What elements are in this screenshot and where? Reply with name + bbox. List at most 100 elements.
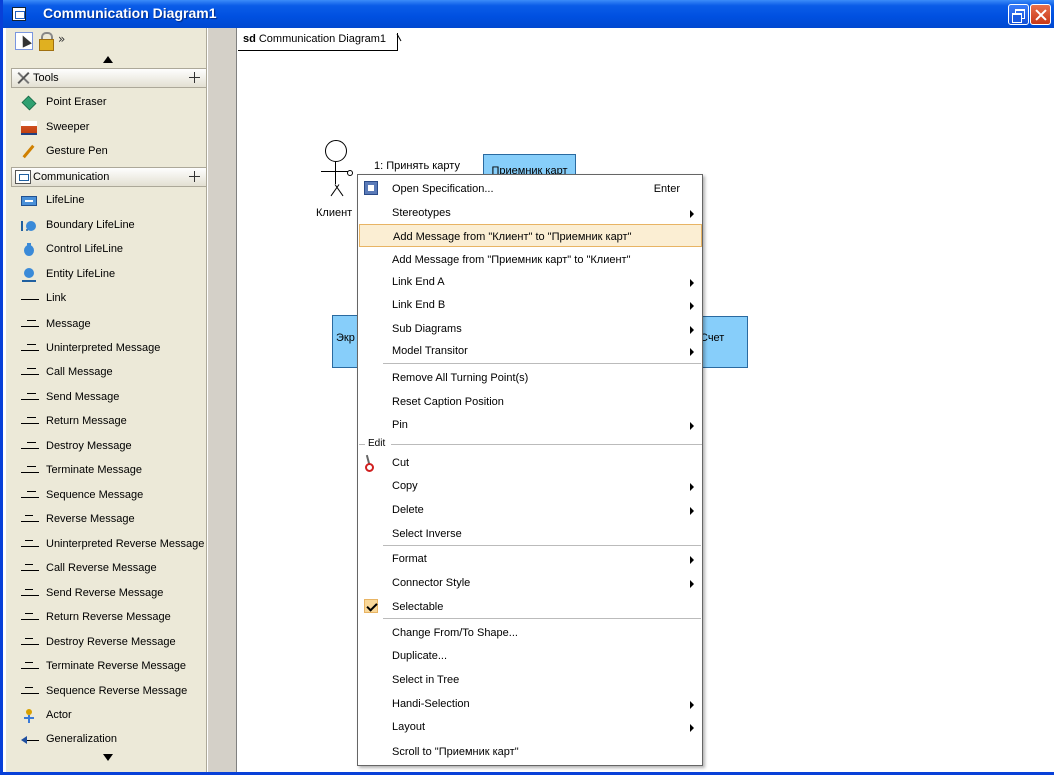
frame-heading[interactable]: sd Communication Diagram1 bbox=[238, 33, 398, 50]
section-grip-icon[interactable] bbox=[189, 171, 200, 182]
menu-change-from-to-shape[interactable]: Change From/To Shape... bbox=[359, 621, 702, 644]
message-icon bbox=[21, 391, 39, 405]
palette-item-uninterpreted-message[interactable]: Uninterpreted Message bbox=[11, 337, 207, 361]
palette-item-reverse-message[interactable]: Reverse Message bbox=[11, 508, 207, 532]
palette-item-terminate-reverse-message[interactable]: Terminate Reverse Message bbox=[11, 655, 207, 679]
submenu-arrow-icon bbox=[690, 210, 694, 218]
menu-label: Add Message from "Приемник карт" to "Кли… bbox=[392, 254, 631, 266]
palette-item-sequence-message[interactable]: Sequence Message bbox=[11, 484, 207, 508]
chevron-more-icon[interactable]: » bbox=[58, 32, 70, 50]
menu-add-message-client-to-receiver[interactable]: Add Message from "Клиент" to "Приемник к… bbox=[359, 224, 702, 247]
menu-label: Delete bbox=[392, 504, 424, 516]
link-endpoint[interactable] bbox=[347, 170, 353, 176]
submenu-arrow-icon bbox=[690, 422, 694, 430]
menu-duplicate[interactable]: Duplicate... bbox=[359, 644, 702, 667]
message-label[interactable]: 1: Принять карту bbox=[374, 160, 460, 172]
section-grip-icon[interactable] bbox=[189, 72, 200, 83]
palette-item-lifeline[interactable]: LifeLine bbox=[11, 189, 207, 213]
menu-cut[interactable]: Cut bbox=[359, 451, 702, 474]
palette-item-link[interactable]: Link bbox=[11, 287, 207, 311]
actor-head[interactable] bbox=[325, 140, 347, 162]
menu-select-inverse[interactable]: Select Inverse bbox=[359, 522, 702, 545]
menu-sub-diagrams[interactable]: Sub Diagrams bbox=[359, 317, 702, 340]
submenu-arrow-icon bbox=[690, 483, 694, 491]
menu-stereotypes[interactable]: Stereotypes bbox=[359, 201, 702, 224]
message-icon bbox=[21, 489, 39, 503]
item-label: Return Reverse Message bbox=[46, 611, 171, 623]
selector-icon[interactable] bbox=[15, 32, 33, 50]
menu-link-end-a[interactable]: Link End A bbox=[359, 270, 702, 293]
lock-icon[interactable] bbox=[38, 32, 54, 51]
submenu-arrow-icon bbox=[690, 302, 694, 310]
menu-remove-turning-points[interactable]: Remove All Turning Point(s) bbox=[359, 366, 702, 389]
tool-sweeper[interactable]: Sweeper bbox=[11, 116, 207, 140]
item-label: Send Message bbox=[46, 391, 120, 403]
item-label: Terminate Message bbox=[46, 464, 142, 476]
menu-add-message-receiver-to-client[interactable]: Add Message from "Приемник карт" to "Кли… bbox=[359, 248, 702, 271]
palette-item-control-lifeline[interactable]: Control LifeLine bbox=[11, 238, 207, 262]
menu-handi-selection[interactable]: Handi-Selection bbox=[359, 692, 702, 715]
menu-group-label: Edit bbox=[368, 438, 386, 449]
lifeline-receiver[interactable]: Приемник карт bbox=[483, 154, 576, 175]
palette-item-send-reverse-message[interactable]: Send Reverse Message bbox=[11, 582, 207, 606]
palette-item-boundary-lifeline[interactable]: Boundary LifeLine bbox=[11, 214, 207, 238]
menu-selectable[interactable]: Selectable bbox=[359, 595, 702, 618]
menu-connector-style[interactable]: Connector Style bbox=[359, 571, 702, 594]
title-bar[interactable]: Communication Diagram1 bbox=[3, 0, 1054, 28]
palette-item-sequence-reverse-message[interactable]: Sequence Reverse Message bbox=[11, 680, 207, 704]
item-label: Link bbox=[46, 292, 67, 304]
palette-divider[interactable] bbox=[208, 28, 237, 772]
section-tools[interactable]: Tools bbox=[11, 68, 207, 88]
menu-model-transitor[interactable]: Model Transitor bbox=[359, 339, 702, 362]
item-label: Control LifeLine bbox=[46, 243, 124, 255]
section-label: Tools bbox=[33, 72, 59, 84]
menu-open-specification[interactable]: Open Specification... Enter bbox=[359, 177, 702, 200]
separator-line bbox=[391, 444, 702, 445]
palette-item-generalization[interactable]: Generalization bbox=[11, 728, 207, 752]
palette-item-entity-lifeline[interactable]: Entity LifeLine bbox=[11, 263, 207, 287]
lifeline-name: Счет bbox=[700, 332, 725, 344]
menu-separator bbox=[383, 618, 701, 619]
tool-point-eraser[interactable]: Point Eraser bbox=[11, 91, 207, 115]
context-menu: Open Specification... Enter Stereotypes A… bbox=[357, 174, 703, 766]
palette-item-return-message[interactable]: Return Message bbox=[11, 410, 207, 434]
palette-item-call-message[interactable]: Call Message bbox=[11, 361, 207, 385]
item-label: Generalization bbox=[46, 733, 117, 745]
menu-label: Add Message from "Клиент" to "Приемник к… bbox=[393, 231, 632, 243]
tools-icon bbox=[15, 71, 31, 85]
reverse-message-icon bbox=[21, 587, 39, 601]
palette-item-send-message[interactable]: Send Message bbox=[11, 386, 207, 410]
menu-select-in-tree[interactable]: Select in Tree bbox=[359, 668, 702, 691]
menu-scroll-to-receiver[interactable]: Scroll to "Приемник карт" bbox=[359, 740, 702, 763]
palette-item-call-reverse-message[interactable]: Call Reverse Message bbox=[11, 557, 207, 581]
palette-item-actor[interactable]: Actor bbox=[11, 704, 207, 728]
palette-item-terminate-message[interactable]: Terminate Message bbox=[11, 459, 207, 483]
palette-item-uninterpreted-reverse-message[interactable]: Uninterpreted Reverse Message bbox=[11, 533, 207, 557]
restore-button[interactable] bbox=[1008, 4, 1029, 25]
item-label: Uninterpreted Message bbox=[46, 342, 161, 354]
menu-copy[interactable]: Copy bbox=[359, 474, 702, 497]
palette-item-return-reverse-message[interactable]: Return Reverse Message bbox=[11, 606, 207, 630]
tool-gesture-pen[interactable]: Gesture Pen bbox=[11, 140, 207, 164]
tool-label: Point Eraser bbox=[46, 96, 107, 108]
menu-reset-caption-position[interactable]: Reset Caption Position bbox=[359, 390, 702, 413]
palette-item-destroy-message[interactable]: Destroy Message bbox=[11, 435, 207, 459]
close-button[interactable] bbox=[1030, 4, 1051, 25]
submenu-arrow-icon bbox=[690, 507, 694, 515]
menu-label: Select in Tree bbox=[392, 674, 460, 686]
menu-link-end-b[interactable]: Link End B bbox=[359, 293, 702, 316]
item-label: Reverse Message bbox=[46, 513, 135, 525]
menu-format[interactable]: Format bbox=[359, 547, 702, 570]
palette-item-destroy-reverse-message[interactable]: Destroy Reverse Message bbox=[11, 631, 207, 655]
actor-name[interactable]: Клиент bbox=[316, 207, 352, 219]
menu-layout[interactable]: Layout bbox=[359, 715, 702, 738]
lifeline-icon bbox=[21, 196, 37, 206]
communication-icon bbox=[15, 170, 31, 184]
menu-delete[interactable]: Delete bbox=[359, 498, 702, 521]
section-communication[interactable]: Communication bbox=[11, 167, 207, 187]
scroll-up-icon[interactable] bbox=[103, 56, 113, 63]
entity-lifeline-icon bbox=[21, 268, 37, 282]
palette-item-message[interactable]: Message bbox=[11, 313, 207, 337]
menu-pin[interactable]: Pin bbox=[359, 413, 702, 436]
scroll-down-icon[interactable] bbox=[103, 754, 113, 761]
